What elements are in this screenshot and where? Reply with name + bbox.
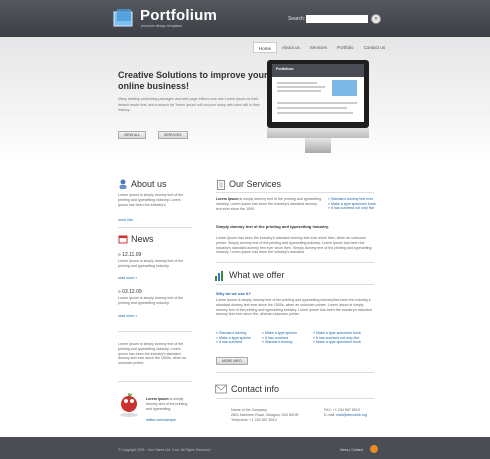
news-more-link-2[interactable]: read more » xyxy=(118,314,137,318)
monitor-line xyxy=(277,90,321,92)
logo-subtitle: premium design templates xyxy=(141,24,183,28)
divider xyxy=(216,262,374,263)
contact-phone: Telephone: +1 234 567 8910 xyxy=(231,417,277,422)
divider xyxy=(216,372,374,373)
services-paragraph: Lorem Ipsum has been the industry's stan… xyxy=(216,236,372,255)
offer-list-2: » Make a type specim » It has survived »… xyxy=(262,331,297,345)
offer-link-text[interactable]: It has survived not only five xyxy=(316,336,359,340)
monitor-chin xyxy=(267,128,369,138)
monitor-line xyxy=(277,107,347,109)
nav-services[interactable]: Services xyxy=(305,42,332,53)
footer xyxy=(0,437,490,459)
offer-title: What we offer xyxy=(229,270,285,280)
left-block-text: Lorem Ipsum is simply dummy text of the … xyxy=(118,342,187,366)
divider xyxy=(118,381,192,382)
monitor-line xyxy=(277,82,317,84)
footer-copyright: © Copyright 2009 - Your Name Ltd. Com. A… xyxy=(118,448,211,452)
services-link[interactable]: » It has survived not only five xyxy=(328,206,376,211)
contact-fax-email: FAX: +1 234 567 8910 E-mail: mail@demoli… xyxy=(324,408,384,418)
news-text-1: Lorem Ipsum is simply dummy text of the … xyxy=(118,259,184,268)
offer-link-text[interactable]: Make a type specim xyxy=(219,336,251,340)
divider xyxy=(118,227,192,228)
news-date-2: » 03.12.09 xyxy=(118,289,142,295)
services-link-text[interactable]: Make a type specimen book xyxy=(331,202,376,206)
monitor-stand xyxy=(305,138,331,153)
services-subheading: Simply dummy text of the printing and ty… xyxy=(216,224,330,229)
banner-text: Many desktop publishing packages and web… xyxy=(118,97,260,112)
services-links: » Standard dummy text ever » Make a type… xyxy=(328,197,376,211)
services-link-text[interactable]: It has survived not only five xyxy=(331,206,374,210)
contact-email-link[interactable]: mail@demolink.org xyxy=(336,413,367,417)
divider xyxy=(216,284,374,285)
offer-link-text[interactable]: Make a type specimen book xyxy=(316,331,361,335)
rss-icon[interactable] xyxy=(370,445,378,453)
offer-list-3: » Make a type specimen book » It has sur… xyxy=(313,331,361,345)
promo-bold: Lorem Ipsum xyxy=(146,397,169,401)
offer-link[interactable]: » Make a type specimen book xyxy=(313,340,361,345)
offer-question: Why do we use it? xyxy=(216,291,251,296)
news-date-2-text: 03.12.09 xyxy=(122,289,142,295)
nav-contact[interactable]: Contact us xyxy=(359,42,391,53)
offer-link-text[interactable]: Make a type specim xyxy=(265,331,297,335)
monitor-line xyxy=(277,112,353,114)
offer-list-1: » Standard dummy » Make a type specim » … xyxy=(216,331,251,345)
contact-email-label: E-mail: xyxy=(324,412,337,417)
offer-paragraph: Lorem Ipsum is simply dummy text of the … xyxy=(216,298,372,317)
monitor-screen-title: Portfolium xyxy=(276,67,294,71)
services-button[interactable]: SERVICES xyxy=(158,131,188,139)
envelope-icon xyxy=(215,384,227,394)
more-info-button[interactable]: MORE INFO xyxy=(216,357,248,365)
nav-about[interactable]: About us xyxy=(277,42,305,53)
search-input[interactable] xyxy=(306,15,368,23)
document-icon xyxy=(217,180,225,190)
banner-title: Creative Solutions to improve your onlin… xyxy=(118,70,268,91)
contact-email-row: E-mail: mail@demolink.org xyxy=(324,413,384,418)
nav-home[interactable]: Home xyxy=(253,42,278,53)
about-text: Lorem Ipsum is simply dummy text of the … xyxy=(118,193,184,207)
divider xyxy=(216,192,374,193)
logo-title[interactable]: Portfolium xyxy=(140,7,217,24)
offer-link-text[interactable]: It has survived xyxy=(265,336,288,340)
news-date-1-text: 12.11.09 xyxy=(122,252,142,258)
news-title: News xyxy=(131,234,154,244)
offer-link-text[interactable]: Make a type specimen book xyxy=(316,340,361,344)
offer-link-text[interactable]: Standard dummy xyxy=(265,340,292,344)
offer-link[interactable]: » It has survived xyxy=(216,340,251,345)
news-more-link-2-text[interactable]: read more xyxy=(118,314,134,318)
news-date-1: » 12.11.09 xyxy=(118,252,142,258)
services-intro-bold: Lorem Ipsum xyxy=(216,197,239,201)
calendar-icon xyxy=(118,235,128,244)
services-link-text[interactable]: Standard dummy text ever xyxy=(331,197,373,201)
offer-link-text[interactable]: Standard dummy xyxy=(219,331,246,335)
monitor-line xyxy=(277,86,325,88)
view-all-button[interactable]: VIEW ALL xyxy=(118,131,146,139)
monitor-line xyxy=(277,102,357,104)
promo-text: Lorem Ipsum is simply dummy text of the … xyxy=(146,397,192,411)
promo-link[interactable]: twitter.com/sample xyxy=(146,418,176,422)
news-text-2: Lorem Ipsum is simply dummy text of the … xyxy=(118,296,184,305)
mascot-icon xyxy=(120,393,138,417)
offer-link-text[interactable]: It has survived xyxy=(219,340,242,344)
services-intro: Lorem Ipsum is simply dummy text of the … xyxy=(216,197,322,211)
nav-portfolio[interactable]: Portfolio xyxy=(332,42,359,53)
about-title: About us xyxy=(131,179,167,189)
monitor-screen-image xyxy=(332,80,357,96)
chart-icon xyxy=(215,271,223,281)
header xyxy=(0,0,490,37)
services-title: Our Services xyxy=(229,179,282,189)
divider xyxy=(216,398,374,399)
offer-link[interactable]: » Standard dummy xyxy=(262,340,297,345)
user-icon xyxy=(119,179,127,189)
search-label: Search: xyxy=(288,16,306,22)
divider xyxy=(118,331,192,332)
about-more-link[interactable]: more info xyxy=(118,218,133,222)
logo-icon xyxy=(113,9,133,27)
news-more-link-1-text[interactable]: read more xyxy=(118,276,134,280)
contact-address: Name of the Company 2801 Marinere Road, … xyxy=(231,408,326,422)
footer-links[interactable]: News | Contact xyxy=(340,448,363,452)
search-button[interactable]: » xyxy=(371,14,381,24)
contact-title: Contact info xyxy=(231,384,280,394)
main-nav: Home About us Services Portfolio Contact… xyxy=(253,42,390,53)
news-more-link-1[interactable]: read more » xyxy=(118,276,137,280)
